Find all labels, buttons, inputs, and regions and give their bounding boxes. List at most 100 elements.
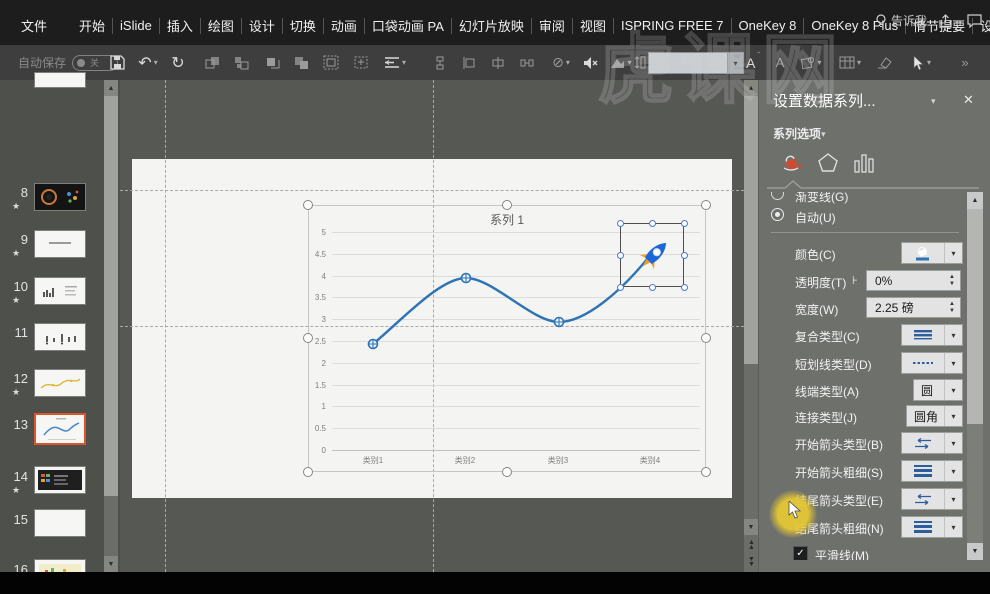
series-options-tab[interactable] (851, 150, 877, 176)
menu-home[interactable]: 开始 (72, 13, 112, 38)
slide-14-thumbnail[interactable] (34, 466, 86, 494)
comment-icon[interactable] (967, 14, 982, 28)
scroll-down-button[interactable]: ▼ (104, 556, 118, 572)
increase-font-icon[interactable]: Aˆ (742, 45, 764, 80)
slide-9-thumbnail[interactable] (34, 230, 86, 258)
mute-icon[interactable] (578, 45, 604, 80)
regroup-icon[interactable] (348, 45, 374, 80)
slide-10-thumbnail[interactable] (34, 277, 86, 305)
send-backward-icon[interactable] (229, 45, 253, 80)
save-icon[interactable] (104, 45, 130, 80)
tell-me-button[interactable]: 告诉我 (875, 12, 927, 29)
scroll-up-button[interactable]: ▲ (104, 80, 118, 96)
begin-arrow-type-dropdown[interactable]: ▾ (901, 432, 963, 454)
menu-review[interactable]: 审阅 (532, 13, 572, 38)
menu-design[interactable]: 设计 (242, 13, 282, 38)
share-icon[interactable] (939, 14, 955, 28)
scrollbar-thumb[interactable] (967, 209, 983, 424)
menu-insert[interactable]: 插入 (160, 13, 200, 38)
scroll-up-button[interactable]: ▲ (967, 192, 983, 209)
compound-type-dropdown[interactable]: ▾ (901, 324, 963, 346)
menu-transitions[interactable]: 切换 (283, 13, 323, 38)
chart-resize-handle[interactable] (303, 333, 313, 343)
select-cursor-icon[interactable]: ▾ (905, 45, 939, 80)
autosave-toggle[interactable]: 自动保存 关 (18, 54, 118, 71)
chart-resize-handle[interactable] (303, 467, 313, 477)
close-icon[interactable]: ✕ (963, 92, 974, 108)
join-type-dropdown[interactable]: 圆角 ▾ (906, 405, 963, 427)
color-dropdown-button[interactable]: ▾ (901, 242, 963, 264)
table-icon[interactable]: ▾ (833, 45, 867, 80)
align-center-icon[interactable] (486, 45, 510, 80)
menu-onekey8[interactable]: OneKey 8 (732, 15, 804, 36)
scrollbar-thumb[interactable] (104, 96, 118, 496)
distribute-horizontal-icon[interactable] (428, 45, 452, 80)
menu-pocket-animation[interactable]: 口袋动画 PA (365, 13, 451, 38)
font-size-combobox[interactable] (648, 52, 728, 74)
smooth-line-checkbox[interactable]: ✓ (793, 546, 808, 560)
option-automatic[interactable]: 自动(U) (759, 205, 967, 229)
dash-type-dropdown[interactable]: ▾ (901, 352, 963, 374)
scroll-up-button[interactable]: ▲ (744, 80, 758, 96)
send-to-back-icon[interactable] (289, 45, 313, 80)
more-tools-icon[interactable]: » (950, 45, 980, 80)
menu-animations[interactable]: 动画 (324, 13, 364, 38)
transparency-spinner[interactable]: 0% ▲▼ (866, 270, 961, 291)
resize-handle[interactable] (617, 252, 624, 259)
series-options-label[interactable]: 系列选项 (773, 125, 821, 142)
slide-13-thumbnail-selected[interactable] (34, 413, 86, 445)
end-arrow-type-dropdown[interactable]: ▾ (901, 488, 963, 510)
rocket-image-selection[interactable] (620, 223, 684, 287)
no-fill-icon[interactable]: ⊘▾ (546, 45, 576, 80)
chart-resize-handle[interactable] (303, 200, 313, 210)
slide-15-thumbnail[interactable] (34, 509, 86, 537)
menu-ispring[interactable]: ISPRING FREE 7 (614, 15, 731, 36)
chart-resize-handle[interactable] (701, 200, 711, 210)
eraser-icon[interactable] (872, 45, 896, 80)
effects-tab[interactable] (815, 150, 841, 176)
end-arrow-size-dropdown[interactable]: ▾ (901, 516, 963, 538)
menu-slideshow[interactable]: 幻灯片放映 (452, 13, 531, 38)
next-slide-button[interactable]: ▼▼ (746, 557, 757, 567)
menu-islide[interactable]: iSlide (113, 15, 159, 36)
chart-resize-handle[interactable] (701, 467, 711, 477)
menu-file[interactable]: 文件 (14, 13, 54, 38)
width-spinner[interactable]: 2.25 磅 ▲▼ (866, 297, 961, 318)
scroll-down-button[interactable]: ▼ (744, 519, 758, 535)
menu-draw[interactable]: 绘图 (201, 13, 241, 38)
group-icon[interactable] (318, 45, 344, 80)
bring-to-front-icon[interactable] (260, 45, 284, 80)
pane-menu-caret[interactable]: ▾ (931, 96, 936, 107)
previous-slide-button[interactable]: ▲▲ (746, 540, 757, 550)
font-color-icon[interactable]: A (770, 45, 790, 80)
scrollbar-thumb[interactable] (744, 96, 758, 364)
chart-resize-handle[interactable] (502, 467, 512, 477)
redo-icon[interactable]: ↻ (166, 45, 190, 80)
fill-line-tab[interactable] (779, 150, 805, 176)
slide-7-thumbnail-partial[interactable] (34, 72, 86, 88)
bring-forward-icon[interactable] (200, 45, 224, 80)
undo-icon[interactable]: ↶▾ (133, 45, 163, 80)
resize-handle[interactable] (649, 284, 656, 291)
chart-resize-handle[interactable] (701, 333, 711, 343)
scroll-down-button[interactable]: ▼ (967, 543, 983, 560)
resize-handle[interactable] (649, 220, 656, 227)
slide-11-thumbnail[interactable] (34, 323, 86, 351)
begin-arrow-size-dropdown[interactable]: ▾ (901, 460, 963, 482)
section-caret[interactable]: ▾ (821, 129, 826, 140)
slide-8-thumbnail[interactable] (34, 183, 86, 211)
cap-type-dropdown[interactable]: 圆 ▾ (913, 379, 963, 401)
slide-12-thumbnail[interactable] (34, 369, 86, 397)
resize-handle[interactable] (681, 220, 688, 227)
resize-handle[interactable] (617, 220, 624, 227)
align-objects-icon[interactable]: ▾ (378, 45, 412, 80)
menu-view[interactable]: 视图 (573, 13, 613, 38)
resize-handle[interactable] (681, 252, 688, 259)
distribute-vertical-icon[interactable] (515, 45, 539, 80)
resize-handle[interactable] (681, 284, 688, 291)
resize-handle[interactable] (617, 284, 624, 291)
shape-style-icon[interactable]: ▾ (795, 45, 827, 80)
slider-handle[interactable]: ⊦ (852, 274, 858, 287)
line-spacing-icon[interactable] (632, 45, 648, 80)
align-left-edge-icon[interactable] (457, 45, 481, 80)
